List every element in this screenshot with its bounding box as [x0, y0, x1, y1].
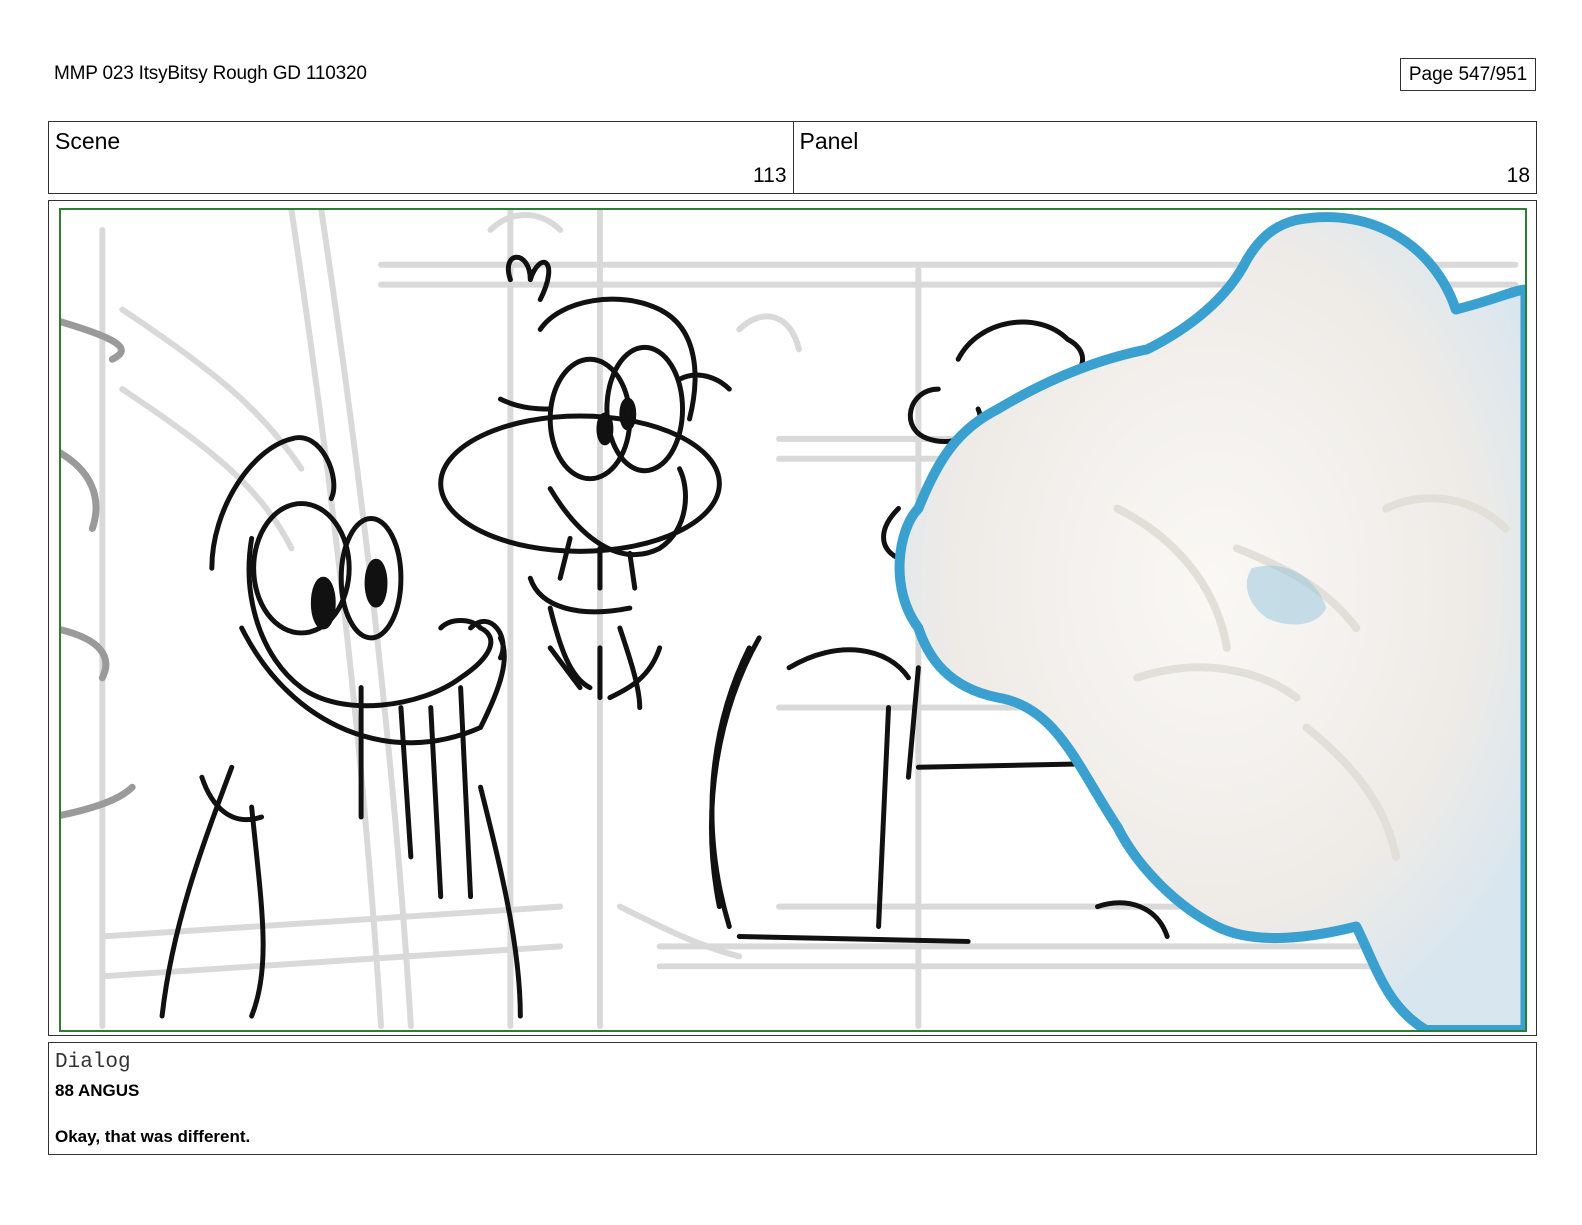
scene-cell: Scene 113	[49, 122, 793, 193]
scene-panel-info-row: Scene 113 Panel 18	[48, 121, 1537, 194]
storyboard-sketch	[61, 210, 1525, 1030]
character-center-sketch	[438, 254, 732, 711]
dialog-speaker: 88 ANGUS	[55, 1081, 140, 1100]
scene-label: Scene	[55, 128, 121, 154]
window-arch-sketch	[61, 318, 136, 819]
page-indicator: Page 547/951	[1400, 58, 1536, 91]
panel-label: Panel	[799, 128, 859, 154]
dialog-label: Dialog	[55, 1051, 131, 1074]
document-title: MMP 023 ItsyBitsy Rough GD 110320	[54, 63, 367, 84]
storyboard-panel-image	[59, 208, 1527, 1032]
dialog-line: Okay, that was different.	[55, 1127, 251, 1146]
dialog-box: Dialog 88 ANGUS Okay, that was different…	[48, 1042, 1537, 1155]
panel-number: 18	[1506, 164, 1530, 187]
panel-cell: Panel 18	[792, 122, 1537, 193]
scene-number: 113	[753, 164, 787, 187]
